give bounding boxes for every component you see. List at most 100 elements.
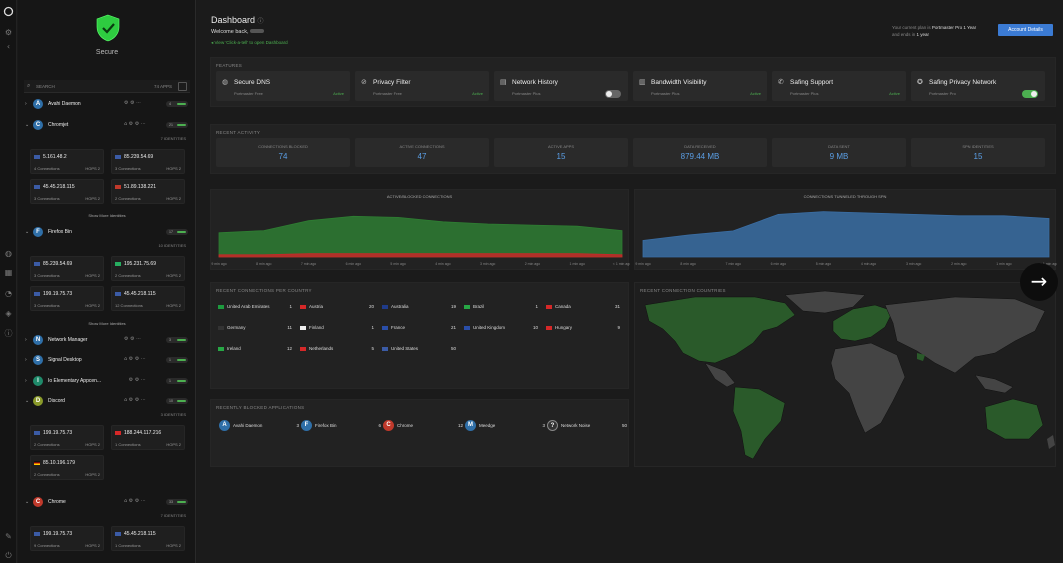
- welcome-text: Welcome back,: [211, 29, 265, 35]
- feature-state: Active: [472, 91, 483, 96]
- feature-card[interactable]: ⊘ Privacy Filter Portmaster Free Active: [355, 71, 489, 101]
- blocked-app[interactable]: F Firefox Bin 6: [301, 419, 381, 433]
- power-icon[interactable]: ⏻: [3, 550, 14, 561]
- app-actions[interactable]: ⌂ ⚙ ⚙ ⋯: [124, 498, 146, 504]
- blocked-app[interactable]: C Chrome 12: [383, 419, 463, 433]
- chevron-right-icon[interactable]: ›: [25, 337, 27, 343]
- collapse-icon[interactable]: ‹: [3, 41, 14, 52]
- identity-card[interactable]: 85.10.196.179 2 Connections HOPS 2: [30, 455, 104, 480]
- app-row-discord[interactable]: ⌄ D Discord ⌂ ⚙ ⚙ ⋯ 10: [24, 393, 190, 409]
- identity-card[interactable]: 85.239.54.69 3 Connections HOPS 2: [30, 256, 104, 281]
- country-row[interactable]: Finland 1: [300, 324, 374, 334]
- country-count: 12: [286, 346, 292, 351]
- show-more-link[interactable]: Show More Identities: [24, 321, 190, 326]
- app-actions[interactable]: ⚙ ⚙ ⋯: [124, 336, 141, 342]
- app-actions[interactable]: ⌂ ⚙ ⚙ ⋯: [124, 397, 146, 403]
- identity-card[interactable]: 199.19.75.73 3 Connections HOPS 2: [30, 286, 104, 311]
- app-row-network-manager[interactable]: › N Network Manager ⚙ ⚙ ⋯ 3: [24, 332, 190, 348]
- identity-card[interactable]: 45.45.218.115 1 Connections HOPS 2: [111, 526, 185, 551]
- search-placeholder[interactable]: SEARCH: [36, 84, 55, 89]
- flag-icon: [546, 305, 552, 309]
- chevron-down-icon[interactable]: ⌄: [25, 229, 29, 235]
- account-details-button[interactable]: Account Details: [998, 24, 1053, 36]
- country-row[interactable]: Hungary 9: [546, 324, 620, 334]
- country-row[interactable]: France 21: [382, 324, 456, 334]
- country-row[interactable]: Austria 20: [300, 303, 374, 313]
- identity-card[interactable]: 199.19.75.73 2 Connections HOPS 2: [30, 425, 104, 450]
- settings-icon[interactable]: ⚙: [3, 27, 14, 38]
- identity-card[interactable]: 51.89.138.221 2 Connections HOPS 2: [111, 179, 185, 204]
- chevron-right-icon[interactable]: ›: [25, 378, 27, 384]
- app-row-chromjet[interactable]: ⌄ C Chromjet ⌂ ⚙ ⚙ ⋯ 21: [24, 117, 190, 133]
- feature-state: Active: [750, 91, 761, 96]
- country-row[interactable]: United Kingdom 10: [464, 324, 538, 334]
- blocked-app[interactable]: A Avahi Daemon 3: [219, 419, 299, 433]
- tour-link[interactable]: ◂ View 'Click-a-tell' to open Dashboard: [211, 40, 288, 46]
- app-row-chrome[interactable]: ⌄ C Chrome ⌂ ⚙ ⚙ ⋯ 33: [24, 494, 190, 510]
- app-row-avahi[interactable]: › A Avahi Daemon ⚙ ⚙ ⋯ 4: [24, 96, 190, 112]
- x-tick-label: 9 min ago: [211, 262, 226, 266]
- world-map: [644, 290, 1055, 460]
- app-actions[interactable]: ⚙ ⚙ ⋯: [124, 377, 146, 383]
- identity-count: 3 IDENTITIES: [160, 412, 186, 417]
- country-row[interactable]: Ireland 12: [218, 345, 292, 355]
- search-bar[interactable]: ⌕ SEARCH 74 APPS: [24, 80, 190, 93]
- identity-card[interactable]: 85.239.54.69 3 Connections HOPS 2: [111, 149, 185, 174]
- blocked-app[interactable]: ? Network Noise 50: [547, 419, 627, 433]
- feature-card[interactable]: ▤ Network History Portmaster Plus: [494, 71, 628, 101]
- app-avatar: A: [219, 420, 230, 431]
- support-icon: ✆: [778, 78, 784, 86]
- identity-card[interactable]: 188.244.117.216 1 Connections HOPS 2: [111, 425, 185, 450]
- feature-card[interactable]: ◍ Secure DNS Portmaster Free Active: [216, 71, 350, 101]
- identity-card[interactable]: 195.231.75.69 2 Connections HOPS 2: [111, 256, 185, 281]
- logo-icon[interactable]: [3, 6, 14, 17]
- tools-icon[interactable]: ✎: [3, 531, 14, 542]
- app-row-appcenter[interactable]: › I Io Elementary Appcen... ⚙ ⚙ ⋯ 1: [24, 373, 190, 389]
- flag-icon: [300, 305, 306, 309]
- app-row-signal[interactable]: › S Signal Desktop ⌂ ⚙ ⚙ ⋯ 1: [24, 352, 190, 368]
- country-row[interactable]: Germany 11: [218, 324, 292, 334]
- info-icon[interactable]: ⓘ: [3, 328, 14, 339]
- country-count: 9: [617, 325, 620, 330]
- feature-toggle[interactable]: [605, 90, 621, 98]
- identity-card[interactable]: 5.161.48.2 4 Connections HOPS 2: [30, 149, 104, 174]
- blocked-app[interactable]: M Meedge 3: [465, 419, 545, 433]
- chevron-down-icon[interactable]: ⌄: [25, 398, 29, 404]
- country-row[interactable]: Canada 31: [546, 303, 620, 313]
- identity-card[interactable]: 45.45.218.115 3 Connections HOPS 2: [30, 179, 104, 204]
- app-actions[interactable]: ⌂ ⚙ ⚙ ⋯: [124, 121, 146, 127]
- country-row[interactable]: Australia 19: [382, 303, 456, 313]
- show-more-link[interactable]: Show More Identities: [24, 213, 190, 218]
- flag-icon: [34, 531, 40, 536]
- feature-card[interactable]: ✆ Safing Support Portmaster Plus Active: [772, 71, 906, 101]
- app-row-firefox[interactable]: ⌄ F Firefox Bin 17: [24, 224, 190, 240]
- feature-card[interactable]: ▥ Bandwidth Visibility Portmaster Plus Acti…: [633, 71, 767, 101]
- country-row[interactable]: Brazil 1: [464, 303, 538, 313]
- app-sidebar: Secure ⌕ SEARCH 74 APPS › A Avahi Daemon…: [18, 0, 196, 563]
- country-row[interactable]: Netherlands 5: [300, 345, 374, 355]
- x-tick-label: 8 min ago: [680, 262, 695, 266]
- globe-icon[interactable]: ◍: [3, 248, 14, 259]
- connection-pill: 21: [166, 122, 188, 128]
- shield-rail-icon[interactable]: ◈: [3, 308, 14, 319]
- plan-info: Your current plan is Portmaster Pro 1 Ye…: [892, 25, 977, 37]
- bell-icon[interactable]: ◔: [3, 288, 14, 299]
- chevron-right-icon[interactable]: ›: [25, 101, 27, 107]
- app-actions[interactable]: ⚙ ⚙ ⋯: [124, 100, 141, 106]
- feature-card[interactable]: ✪ Safing Privacy Network Portmaster Pro: [911, 71, 1045, 101]
- identity-card[interactable]: 199.19.75.73 9 Connections HOPS 2: [30, 526, 104, 551]
- next-arrow-button[interactable]: →: [1020, 263, 1058, 301]
- identity-card[interactable]: 45.45.218.115 12 Connections HOPS 2: [111, 286, 185, 311]
- app-name: Chrome: [48, 499, 66, 505]
- chevron-right-icon[interactable]: ›: [25, 357, 27, 363]
- filter-button[interactable]: [178, 82, 187, 91]
- apps-icon[interactable]: ▦: [3, 267, 14, 278]
- country-row[interactable]: United Arab Emirates 1: [218, 303, 292, 313]
- info-icon[interactable]: ⓘ: [258, 19, 264, 25]
- app-actions[interactable]: ⌂ ⚙ ⚙ ⋯: [124, 356, 146, 362]
- country-row[interactable]: United States 50: [382, 345, 456, 355]
- feature-toggle[interactable]: [1022, 90, 1038, 98]
- chevron-down-icon[interactable]: ⌄: [25, 122, 29, 128]
- flag-icon: [34, 154, 40, 159]
- chevron-down-icon[interactable]: ⌄: [25, 499, 29, 505]
